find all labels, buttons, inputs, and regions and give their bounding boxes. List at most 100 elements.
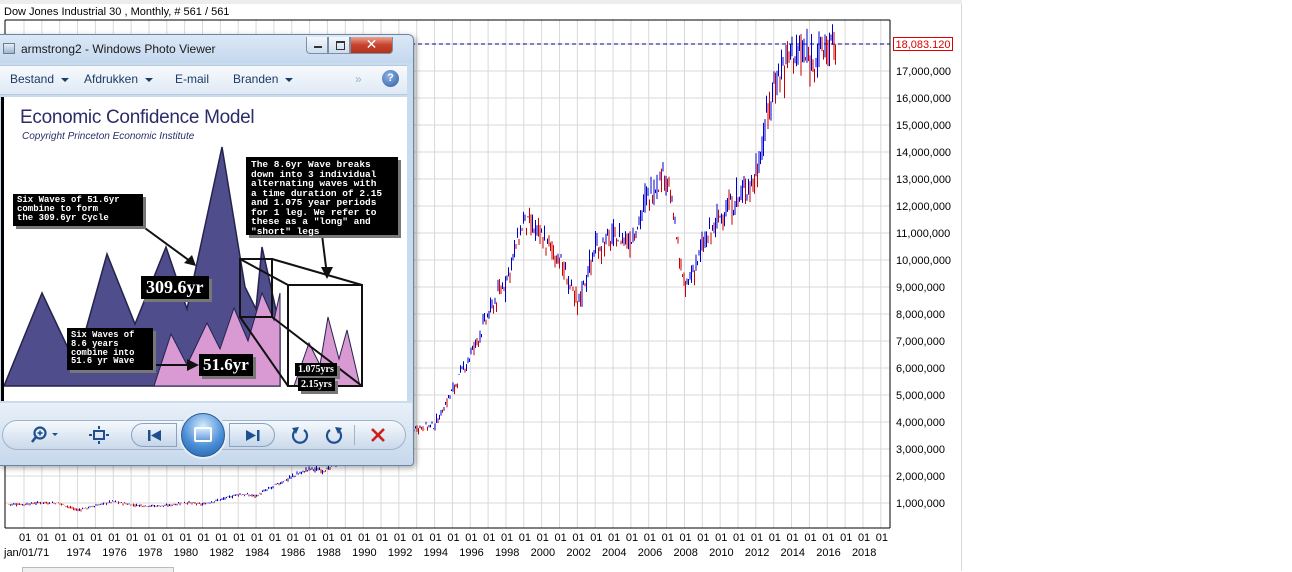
close-icon: ✕ <box>365 37 378 53</box>
x-tick-label-year: 1988 <box>316 547 340 559</box>
x-tick-label-year: 1980 <box>174 547 198 559</box>
six-waves-note: Six Waves of 51.6yr combine to form the … <box>13 194 143 226</box>
x-tick-label: 01 <box>519 532 531 544</box>
photo-viewer-window[interactable]: armstrong2 - Windows Photo Viewer ✕ Best… <box>0 34 414 466</box>
x-tick-label: 01 <box>555 532 567 544</box>
x-tick-label: 01 <box>19 532 31 544</box>
x-tick-label-year: 1984 <box>245 547 269 559</box>
slideshow-icon <box>194 427 212 442</box>
x-tick-label-year: 2004 <box>602 547 626 559</box>
x-tick-label-year: 2010 <box>709 547 733 559</box>
x-tick-label: 01 <box>376 532 388 544</box>
x-tick-label: 01 <box>483 532 495 544</box>
x-tick-label: 01 <box>501 532 513 544</box>
x-tick-label: 01 <box>679 532 691 544</box>
x-tick-label-year: 2008 <box>673 547 697 559</box>
image-copyright: Copyright Princeton Economic Institute <box>22 131 195 142</box>
breakdown-note: The 8.6yr Wave breaks down into 3 indivi… <box>246 157 398 236</box>
x-tick-label: 01 <box>608 532 620 544</box>
photo-viewer-titlebar[interactable]: armstrong2 - Windows Photo Viewer ✕ <box>0 35 413 63</box>
x-tick-label: 01 <box>233 532 245 544</box>
x-tick-label: 01 <box>733 532 745 544</box>
maximize-button[interactable] <box>328 37 350 54</box>
x-tick-label: 01 <box>626 532 638 544</box>
x-tick-label: 01 <box>572 532 584 544</box>
x-tick-label-year: 2002 <box>566 547 590 559</box>
x-tick-label: 01 <box>340 532 352 544</box>
x-tick-label: 01 <box>108 532 120 544</box>
y-tick-label: 17,000,000 <box>896 66 951 78</box>
chevron-down-icon <box>145 77 154 82</box>
x-tick-label-year: 2018 <box>852 547 876 559</box>
x-tick-label-year: 2000 <box>531 547 555 559</box>
y-tick-label: 11,000,000 <box>896 228 950 240</box>
label-215yrs: 2.15yrs <box>298 378 335 391</box>
y-tick-label: 14,000,000 <box>896 147 951 159</box>
x-tick-label-year: 1998 <box>495 547 519 559</box>
x-tick-label: 01 <box>876 532 888 544</box>
zoom-line <box>271 258 363 286</box>
menu-bestand-label: Bestand <box>10 72 55 86</box>
zoom-icon[interactable] <box>30 424 64 446</box>
x-tick-label-year: 1974 <box>67 547 91 559</box>
x-tick-label: 01 <box>644 532 656 544</box>
x-tick-label-year: 2012 <box>745 547 769 559</box>
toolbar-separator <box>354 425 355 445</box>
delete-icon[interactable] <box>367 424 389 446</box>
photo-viewer-menubar: Bestand Afdrukken E-mail Branden » ? <box>0 65 407 95</box>
x-tick-label-year: 1982 <box>209 547 233 559</box>
window-title: armstrong2 - Windows Photo Viewer <box>21 42 216 56</box>
slideshow-button[interactable] <box>181 413 225 457</box>
x-tick-label-year: 1986 <box>281 547 305 559</box>
displayed-image: Economic Confidence Model Copyright Prin… <box>1 97 407 401</box>
x-tick-label: 01 <box>37 532 49 544</box>
x-tick-label: 01 <box>715 532 727 544</box>
rotate-clockwise-icon[interactable] <box>323 424 345 446</box>
horizontal-scrollbar[interactable] <box>22 567 174 572</box>
y-tick-label: 12,000,000 <box>896 201 951 213</box>
x-tick-label: 01 <box>287 532 299 544</box>
previous-button[interactable] <box>131 423 177 447</box>
y-tick-label: 7,000,000 <box>896 336 945 348</box>
menu-email[interactable]: E-mail <box>175 72 209 86</box>
x-tick-label: 01 <box>537 532 549 544</box>
menu-bestand[interactable]: Bestand <box>10 72 70 86</box>
x-tick-label: 01 <box>394 532 406 544</box>
chart-title: Dow Jones Industrial 30 , Monthly, # 561… <box>4 6 230 18</box>
close-button[interactable]: ✕ <box>350 37 393 54</box>
label-309yr: 309.6yr <box>141 276 209 299</box>
photo-viewer-app-icon <box>3 43 15 54</box>
photo-viewer-toolbar <box>0 403 412 465</box>
y-axis-labels: 18,000,00017,000,00016,000,00015,000,000… <box>896 39 951 510</box>
x-tick-label: 01 <box>430 532 442 544</box>
minimize-button[interactable] <box>306 37 328 54</box>
x-tick-label: 01 <box>447 532 459 544</box>
x-tick-label: 01 <box>662 532 674 544</box>
x-tick-label: 01 <box>858 532 870 544</box>
y-tick-label: 5,000,000 <box>896 390 945 402</box>
menu-afdrukken[interactable]: Afdrukken <box>84 72 154 86</box>
next-button[interactable] <box>229 423 275 447</box>
y-tick-label: 4,000,000 <box>896 417 945 429</box>
chevron-down-icon <box>61 77 70 82</box>
help-icon[interactable]: ? <box>382 70 399 87</box>
y-tick-label: 16,000,000 <box>896 93 951 105</box>
x-tick-label-year: 1976 <box>102 547 126 559</box>
rotate-counterclockwise-icon[interactable] <box>289 424 311 446</box>
x-tick-label: 01 <box>305 532 317 544</box>
menu-branden[interactable]: Branden <box>233 72 294 86</box>
x-tick-label: 01 <box>144 532 156 544</box>
x-tick-label: 01 <box>198 532 210 544</box>
actual-size-icon[interactable] <box>88 424 110 446</box>
y-tick-label: 15,000,000 <box>896 120 951 132</box>
chevron-down-icon <box>285 77 294 82</box>
y-tick-label: 8,000,000 <box>896 309 945 321</box>
x-tick-label-year: 1978 <box>138 547 162 559</box>
image-title: Economic Confidence Model <box>20 107 255 128</box>
x-tick-label: 01 <box>90 532 102 544</box>
more-menu-icon[interactable]: » <box>355 72 362 86</box>
y-tick-label: 1,000,000 <box>896 498 945 510</box>
x-tick-label-year: 1994 <box>424 547 448 559</box>
x-tick-label: 01 <box>465 532 477 544</box>
x-tick-label: 01 <box>412 532 424 544</box>
